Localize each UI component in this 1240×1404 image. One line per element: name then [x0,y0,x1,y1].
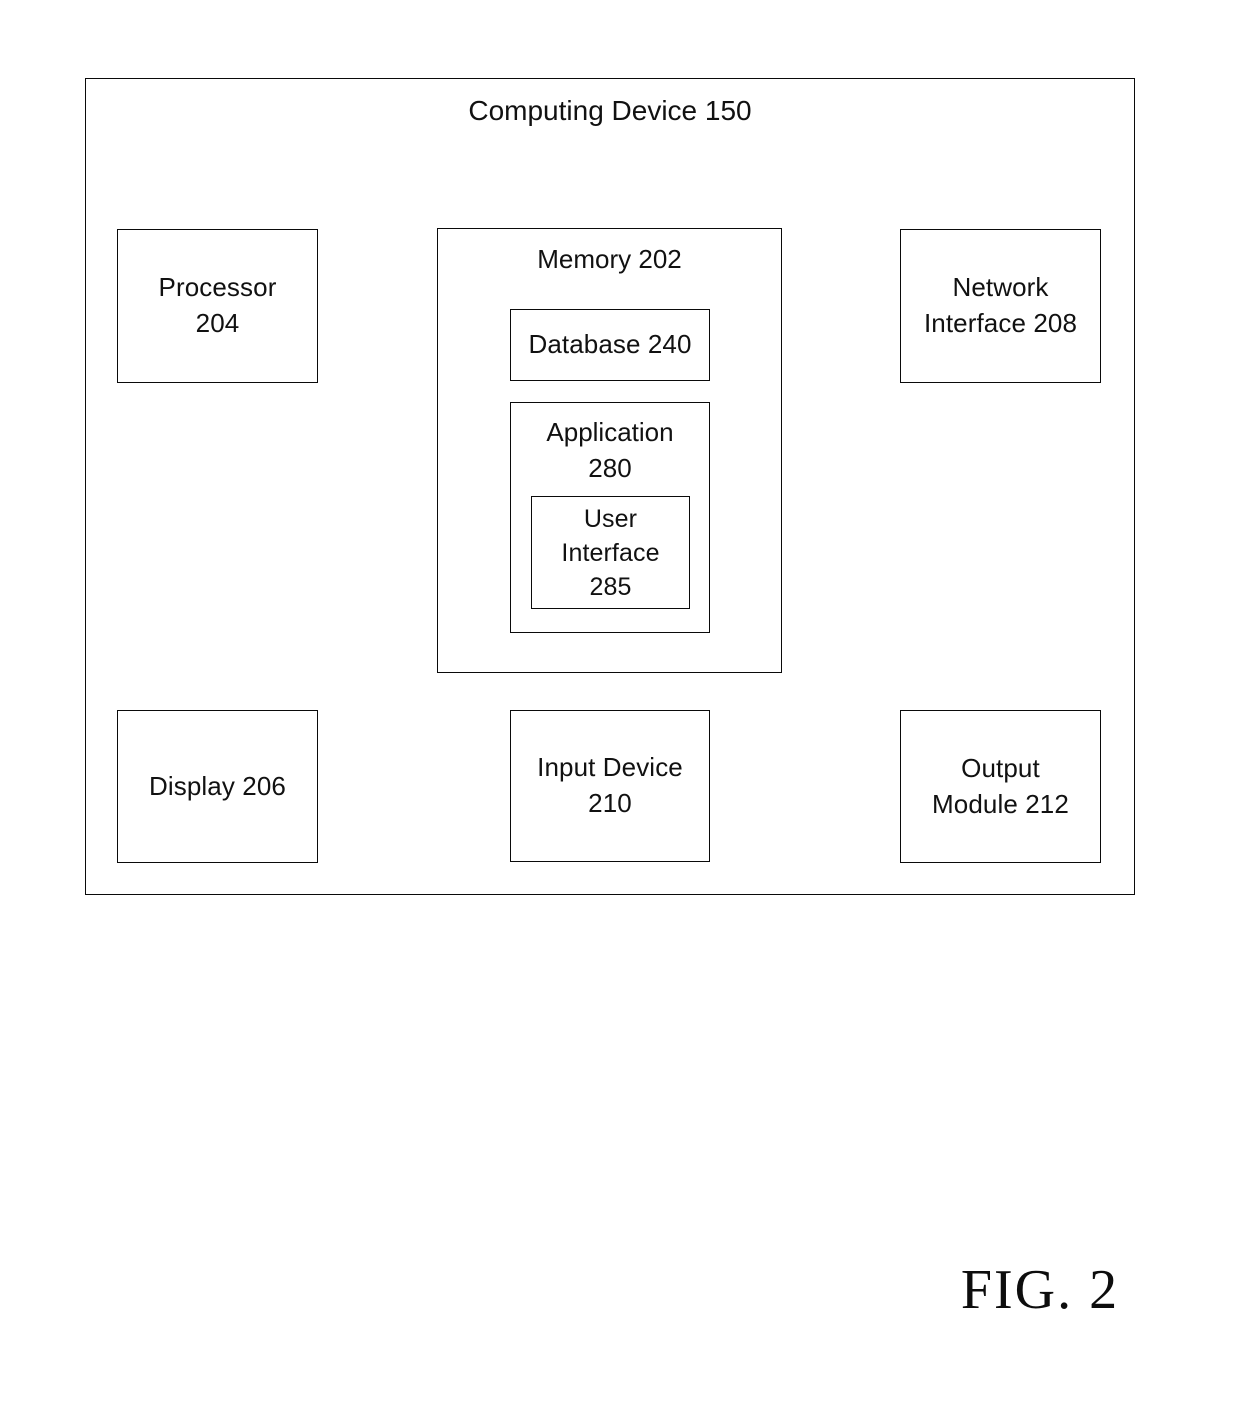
display-box: Display 206 [117,710,318,863]
input-device-box: Input Device 210 [510,710,710,862]
figure-canvas: Computing Device 150 Processor 204 Netwo… [0,0,1240,1404]
user-interface-label: User Interface 285 [561,504,660,601]
application-title: Application 280 [546,417,674,483]
processor-label: Processor 204 [158,272,277,338]
output-module-label: Output Module 212 [932,752,1069,819]
processor-box: Processor 204 [117,229,318,383]
figure-caption: FIG. 2 [960,1259,1120,1321]
network-interface-label: Network Interface 208 [923,272,1078,338]
input-device-label: Input Device 210 [537,752,683,818]
user-interface-box: User Interface 285 [531,496,690,609]
database-label: Database 240 [528,329,692,360]
display-label: Display 206 [149,770,286,801]
output-module-box: Output Module 212 [900,710,1101,863]
computing-device-title: Computing Device 150 [468,95,752,126]
network-interface-box: Network Interface 208 [900,229,1101,383]
database-box: Database 240 [510,309,710,381]
memory-title: Memory 202 [537,244,682,274]
